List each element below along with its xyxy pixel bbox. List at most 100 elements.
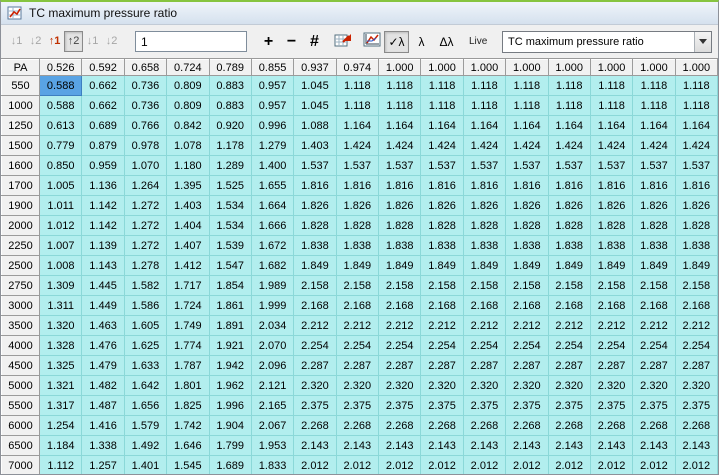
table-cell[interactable]: 1.424 [632,135,676,156]
table-cell[interactable]: 2.268 [505,415,549,436]
table-cell[interactable]: 1.479 [81,355,125,376]
table-cell[interactable]: 1.424 [462,135,507,156]
table-cell[interactable]: 2.012 [505,455,549,474]
column-header[interactable]: 1.000 [420,59,464,76]
table-cell[interactable]: 1.942 [208,355,252,376]
table-cell[interactable]: 1.118 [377,75,422,96]
table-cell[interactable]: 1.143 [81,255,125,276]
table-cell[interactable]: 1.449 [81,295,125,316]
table-cell[interactable]: 2.143 [462,435,507,456]
table-cell[interactable]: 2.158 [462,275,507,296]
table-cell[interactable]: 1.164 [589,115,634,136]
table-cell[interactable]: 1.164 [505,115,549,136]
table-cell[interactable]: 1.828 [462,215,507,236]
table-cell[interactable]: 2.268 [589,415,634,436]
table-cell[interactable]: 2.268 [632,415,676,436]
table-cell[interactable]: 1.799 [208,435,252,456]
table-cell[interactable]: 0.879 [81,135,125,156]
table-cell[interactable]: 1.646 [166,435,210,456]
table-cell[interactable]: 2.268 [377,415,422,436]
table-cell[interactable]: 1.828 [420,215,464,236]
table-cell[interactable]: 1.142 [81,195,125,216]
decrement-alt-1-button[interactable]: ↓1 [83,31,102,52]
table-cell[interactable]: 1.534 [208,195,252,216]
lambda-delta-button[interactable]: Δλ [434,31,459,53]
table-cell[interactable]: 1.180 [166,155,210,176]
table-cell[interactable]: 0.850 [38,155,83,176]
table-cell[interactable]: 2.287 [293,355,337,376]
table-cell[interactable]: 1.816 [547,175,591,196]
table-cell[interactable]: 1.849 [420,255,464,276]
table-cell[interactable]: 2.287 [377,355,422,376]
table-cell[interactable]: 1.289 [208,155,252,176]
table-cell[interactable]: 1.849 [335,255,380,276]
table-cell[interactable]: 1.012 [38,215,83,236]
table-cell[interactable]: 1.118 [589,95,634,116]
table-cell[interactable]: 1.317 [38,395,83,416]
table-cell[interactable]: 1.118 [462,75,507,96]
table-cell[interactable]: 2.168 [293,295,337,316]
column-header[interactable]: 0.789 [208,59,252,76]
table-cell[interactable]: 1.011 [38,195,83,216]
table-cell[interactable]: 2.212 [377,315,422,336]
table-cell[interactable]: 1.321 [38,375,83,396]
grid-button[interactable]: # [303,31,326,52]
table-cell[interactable]: 0.809 [166,95,210,116]
table-cell[interactable]: 1.395 [166,175,210,196]
table-cell[interactable]: 2.254 [674,335,718,356]
table-cell[interactable]: 2.212 [505,315,549,336]
table-cell[interactable]: 1.633 [123,355,168,376]
table-cell[interactable]: 1.164 [420,115,464,136]
table-cell[interactable]: 2.320 [674,375,718,396]
table-cell[interactable]: 0.662 [81,75,125,96]
table-cell[interactable]: 1.164 [632,115,676,136]
table-cell[interactable]: 1.742 [166,415,210,436]
table-cell[interactable]: 2.375 [674,395,718,416]
table-cell[interactable]: 1.891 [208,315,252,336]
table-cell[interactable]: 0.766 [123,115,168,136]
table-cell[interactable]: 1.534 [208,215,252,236]
table-cell[interactable]: 1.164 [462,115,507,136]
table-cell[interactable]: 1.118 [420,75,464,96]
table-cell[interactable]: 0.957 [250,75,295,96]
table-cell[interactable]: 1.689 [208,455,252,474]
table-cell[interactable]: 1.656 [123,395,168,416]
row-header[interactable]: 7000 [1,455,40,474]
table-cell[interactable]: 1.537 [674,155,718,176]
table-cell[interactable]: 1.118 [335,75,380,96]
table-cell[interactable]: 1.118 [377,95,422,116]
table-cell[interactable]: 2.168 [505,295,549,316]
column-header[interactable]: 0.592 [81,59,125,76]
table-cell[interactable]: 1.828 [293,215,337,236]
table-cell[interactable]: 2.268 [420,415,464,436]
table-cell[interactable]: 1.525 [208,175,252,196]
table-cell[interactable]: 1.424 [674,135,718,156]
table-cell[interactable]: 0.736 [123,95,168,116]
table-cell[interactable]: 1.828 [335,215,380,236]
table-cell[interactable]: 2.012 [293,455,337,474]
table-cell[interactable]: 2.168 [589,295,634,316]
table-cell[interactable]: 1.849 [632,255,676,276]
row-header[interactable]: 2250 [1,235,40,256]
table-cell[interactable]: 1.749 [166,315,210,336]
table-cell[interactable]: 1.118 [505,95,549,116]
table-cell[interactable]: 2.158 [589,275,634,296]
table-cell[interactable]: 1.045 [293,75,337,96]
table-cell[interactable]: 1.816 [462,175,507,196]
lambda-check-button[interactable]: ✓λ [384,30,409,53]
table-cell[interactable]: 2.287 [462,355,507,376]
title-bar[interactable]: TC maximum pressure ratio [1,2,718,25]
table-cell[interactable]: 0.689 [81,115,125,136]
table-cell[interactable]: 2.254 [462,335,507,356]
table-cell[interactable]: 2.268 [674,415,718,436]
table-cell[interactable]: 1.424 [589,135,634,156]
table-cell[interactable]: 2.012 [632,455,676,474]
table-cell[interactable]: 2.268 [547,415,591,436]
table-cell[interactable]: 1.828 [377,215,422,236]
graph-view-button[interactable] [359,31,384,53]
column-header[interactable]: 0.937 [293,59,337,76]
row-header[interactable]: 5000 [1,375,40,396]
table-cell[interactable]: 2.375 [420,395,464,416]
table-cell[interactable]: 1.407 [166,235,210,256]
table-cell[interactable]: 1.849 [293,255,337,276]
